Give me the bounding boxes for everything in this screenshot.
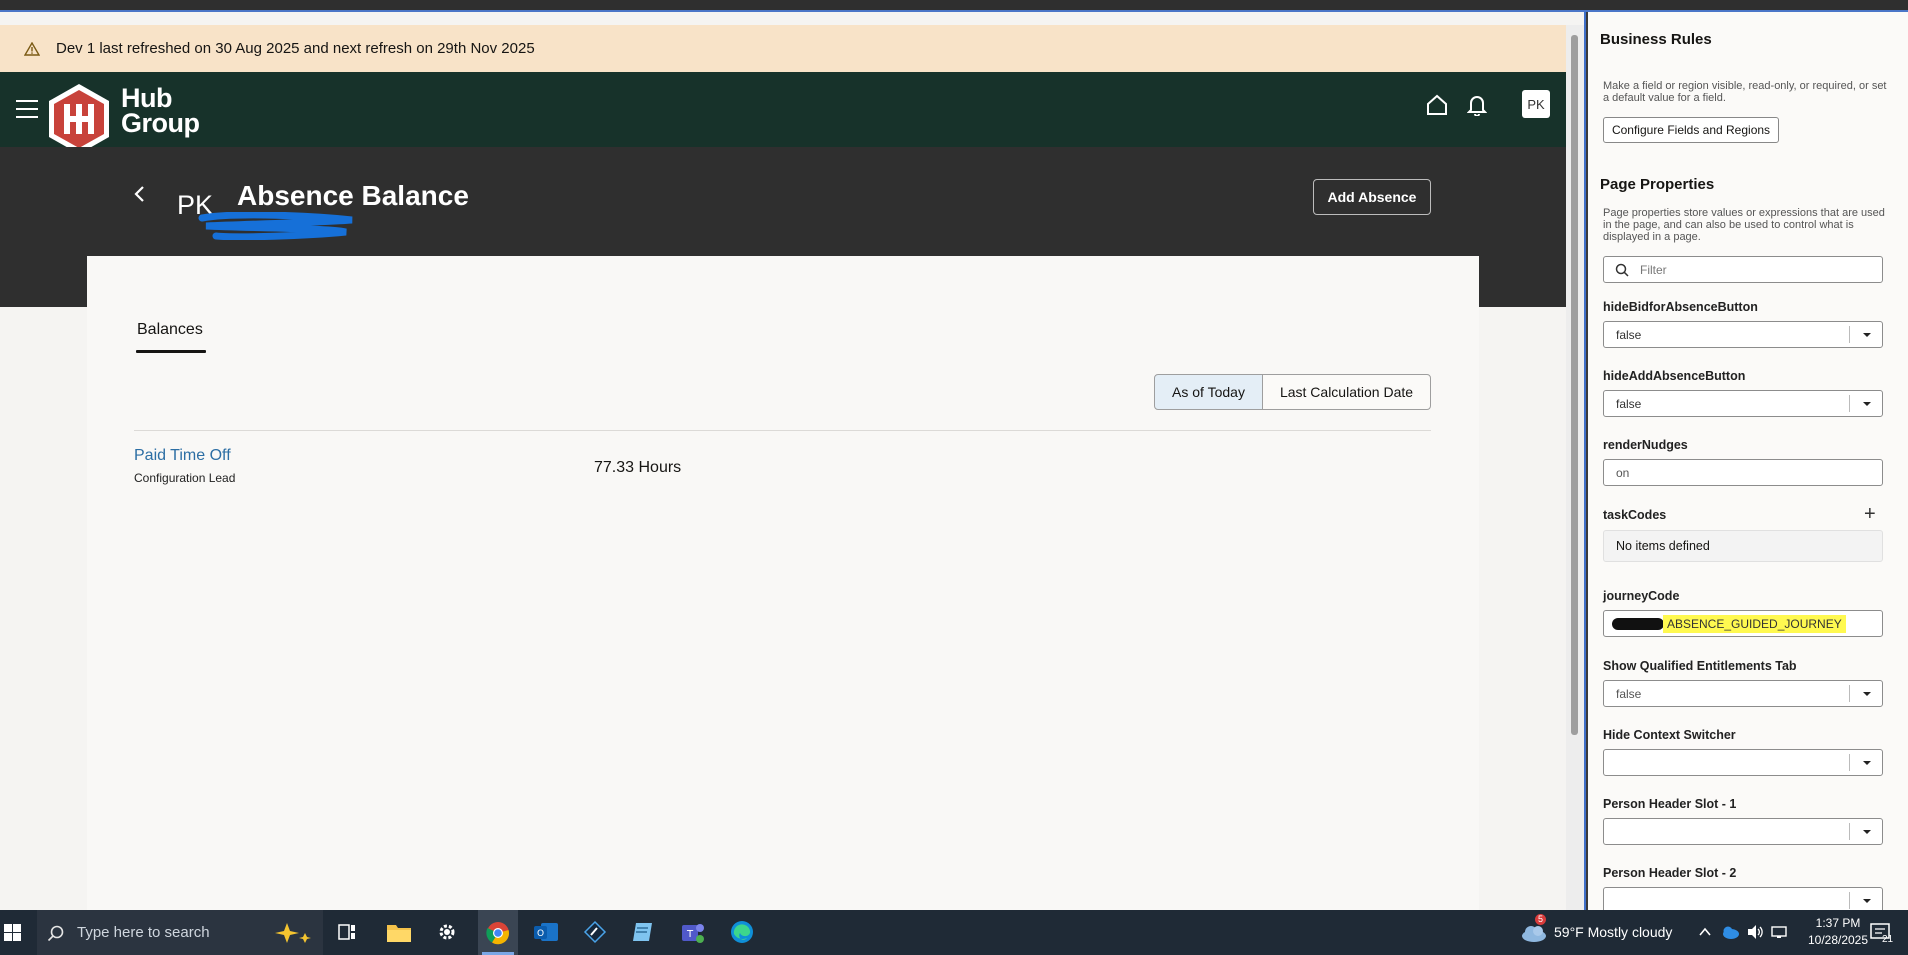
home-icon[interactable] bbox=[1426, 94, 1448, 116]
page-properties-description: Page properties store values or expressi… bbox=[1603, 207, 1885, 243]
as-of-today-toggle[interactable]: As of Today bbox=[1154, 374, 1263, 410]
filter-input[interactable]: Filter bbox=[1603, 256, 1883, 283]
journey-code-label: journeyCode bbox=[1603, 589, 1680, 603]
paid-time-off-link[interactable]: Paid Time Off bbox=[134, 447, 231, 465]
clock-date[interactable]: 10/28/2025 bbox=[1802, 933, 1874, 947]
notification-count: 21 bbox=[1882, 934, 1894, 945]
row-divider bbox=[134, 430, 1431, 431]
redaction-scribble bbox=[198, 212, 353, 240]
slot-2-select[interactable] bbox=[1603, 887, 1883, 910]
taskbar-search-box[interactable]: Type here to search bbox=[37, 910, 323, 955]
weather-cloud-icon[interactable] bbox=[1520, 922, 1548, 944]
settings-gear-icon[interactable] bbox=[436, 921, 458, 943]
chrome-taskbar-button[interactable] bbox=[478, 910, 518, 955]
task-codes-label: taskCodes bbox=[1603, 508, 1667, 522]
business-rules-heading: Business Rules bbox=[1600, 31, 1712, 48]
volume-icon[interactable] bbox=[1746, 924, 1764, 940]
chevron-down-icon bbox=[1849, 892, 1882, 909]
top-navigation-bar: Hub Group PK bbox=[0, 72, 1566, 154]
slot-2-label: Person Header Slot - 2 bbox=[1603, 866, 1737, 880]
chevron-up-icon[interactable] bbox=[1698, 926, 1712, 938]
hide-bid-label: hideBidforAbsenceButton bbox=[1603, 300, 1758, 314]
file-explorer-icon[interactable] bbox=[386, 921, 412, 943]
hide-add-select[interactable]: false bbox=[1603, 390, 1883, 417]
clock-time[interactable]: 1:37 PM bbox=[1802, 916, 1874, 930]
last-calculation-date-toggle[interactable]: Last Calculation Date bbox=[1262, 374, 1431, 410]
weather-text[interactable]: 59°F Mostly cloudy bbox=[1554, 924, 1672, 940]
windows-taskbar: Type here to search O T 5 59°F Mostly cl… bbox=[0, 910, 1908, 955]
page-title: Absence Balance bbox=[237, 180, 469, 211]
task-view-icon[interactable] bbox=[337, 922, 357, 942]
weather-badge: 5 bbox=[1535, 914, 1546, 925]
app-diamond-icon[interactable] bbox=[583, 920, 607, 944]
tab-balances[interactable]: Balances bbox=[137, 321, 203, 339]
journey-code-input[interactable]: ABSENCE_GUIDED_JOURNEY bbox=[1603, 610, 1883, 637]
network-icon[interactable] bbox=[1770, 924, 1788, 940]
hide-bid-select[interactable]: false bbox=[1603, 321, 1883, 348]
svg-text:O: O bbox=[537, 929, 544, 939]
chrome-icon bbox=[486, 921, 510, 944]
edge-icon[interactable] bbox=[730, 920, 754, 944]
main-scrollbar[interactable] bbox=[1566, 25, 1584, 910]
search-icon bbox=[47, 925, 64, 941]
logo-hexagon-icon bbox=[49, 84, 109, 154]
page-properties-heading: Page Properties bbox=[1600, 176, 1715, 193]
render-nudges-input[interactable]: on bbox=[1603, 459, 1883, 486]
onedrive-cloud-icon[interactable] bbox=[1720, 924, 1740, 940]
notes-app-icon[interactable] bbox=[631, 920, 655, 944]
chevron-down-icon bbox=[1849, 823, 1882, 840]
qualified-tab-select[interactable]: false bbox=[1603, 680, 1883, 707]
warning-icon bbox=[24, 41, 40, 56]
journey-code-value: ABSENCE_GUIDED_JOURNEY bbox=[1663, 614, 1846, 633]
windows-start-icon[interactable] bbox=[4, 924, 21, 941]
balances-card bbox=[87, 256, 1479, 910]
balance-value: 77.33 Hours bbox=[594, 459, 682, 476]
hide-bid-value: false bbox=[1616, 327, 1642, 342]
render-nudges-value: on bbox=[1616, 465, 1630, 480]
hide-add-value: false bbox=[1616, 396, 1642, 411]
qualified-tab-label: Show Qualified Entitlements Tab bbox=[1603, 659, 1797, 673]
chevron-down-icon bbox=[1849, 685, 1882, 702]
task-codes-empty: No items defined bbox=[1603, 530, 1883, 562]
business-rules-description: Make a field or region visible, read-onl… bbox=[1603, 80, 1887, 104]
chevron-down-icon bbox=[1849, 326, 1882, 343]
slot-1-label: Person Header Slot - 1 bbox=[1603, 797, 1737, 811]
svg-text:T: T bbox=[686, 929, 694, 940]
outlook-icon[interactable]: O bbox=[533, 920, 559, 944]
app-area: Dev 1 last refreshed on 30 Aug 2025 and … bbox=[0, 12, 1586, 910]
logo-line-2: Group bbox=[121, 108, 200, 138]
copilot-sparkle-icon[interactable] bbox=[273, 921, 315, 945]
hide-context-select[interactable] bbox=[1603, 749, 1883, 776]
slot-1-select[interactable] bbox=[1603, 818, 1883, 845]
tab-selected-indicator bbox=[136, 350, 206, 353]
search-icon bbox=[1615, 263, 1629, 277]
chevron-down-icon bbox=[1849, 754, 1882, 771]
search-placeholder: Type here to search bbox=[77, 924, 210, 941]
redaction-mark bbox=[1612, 617, 1664, 630]
hide-context-label: Hide Context Switcher bbox=[1603, 728, 1736, 742]
add-absence-button[interactable]: Add Absence bbox=[1313, 179, 1431, 215]
back-chevron-icon[interactable] bbox=[130, 182, 150, 206]
plan-role: Configuration Lead bbox=[134, 471, 236, 485]
filter-placeholder: Filter bbox=[1640, 262, 1667, 277]
hamburger-menu-icon[interactable] bbox=[16, 100, 38, 118]
properties-panel: Business Rules Make a field or region vi… bbox=[1588, 12, 1908, 910]
hide-add-label: hideAddAbsenceButton bbox=[1603, 369, 1746, 383]
refresh-banner: Dev 1 last refreshed on 30 Aug 2025 and … bbox=[0, 25, 1566, 72]
add-task-code-icon[interactable]: + bbox=[1864, 504, 1876, 524]
qualified-tab-value: false bbox=[1616, 686, 1642, 701]
teams-icon[interactable]: T bbox=[680, 920, 706, 944]
hub-group-logo[interactable]: Hub Group bbox=[46, 82, 206, 154]
render-nudges-label: renderNudges bbox=[1603, 438, 1688, 452]
chevron-down-icon bbox=[1849, 395, 1882, 412]
notification-bell-icon[interactable] bbox=[1467, 94, 1487, 116]
banner-text: Dev 1 last refreshed on 30 Aug 2025 and … bbox=[56, 40, 535, 57]
user-avatar[interactable]: PK bbox=[1522, 90, 1550, 118]
configure-fields-button[interactable]: Configure Fields and Regions bbox=[1603, 117, 1779, 143]
window-top-strip bbox=[0, 0, 1908, 12]
